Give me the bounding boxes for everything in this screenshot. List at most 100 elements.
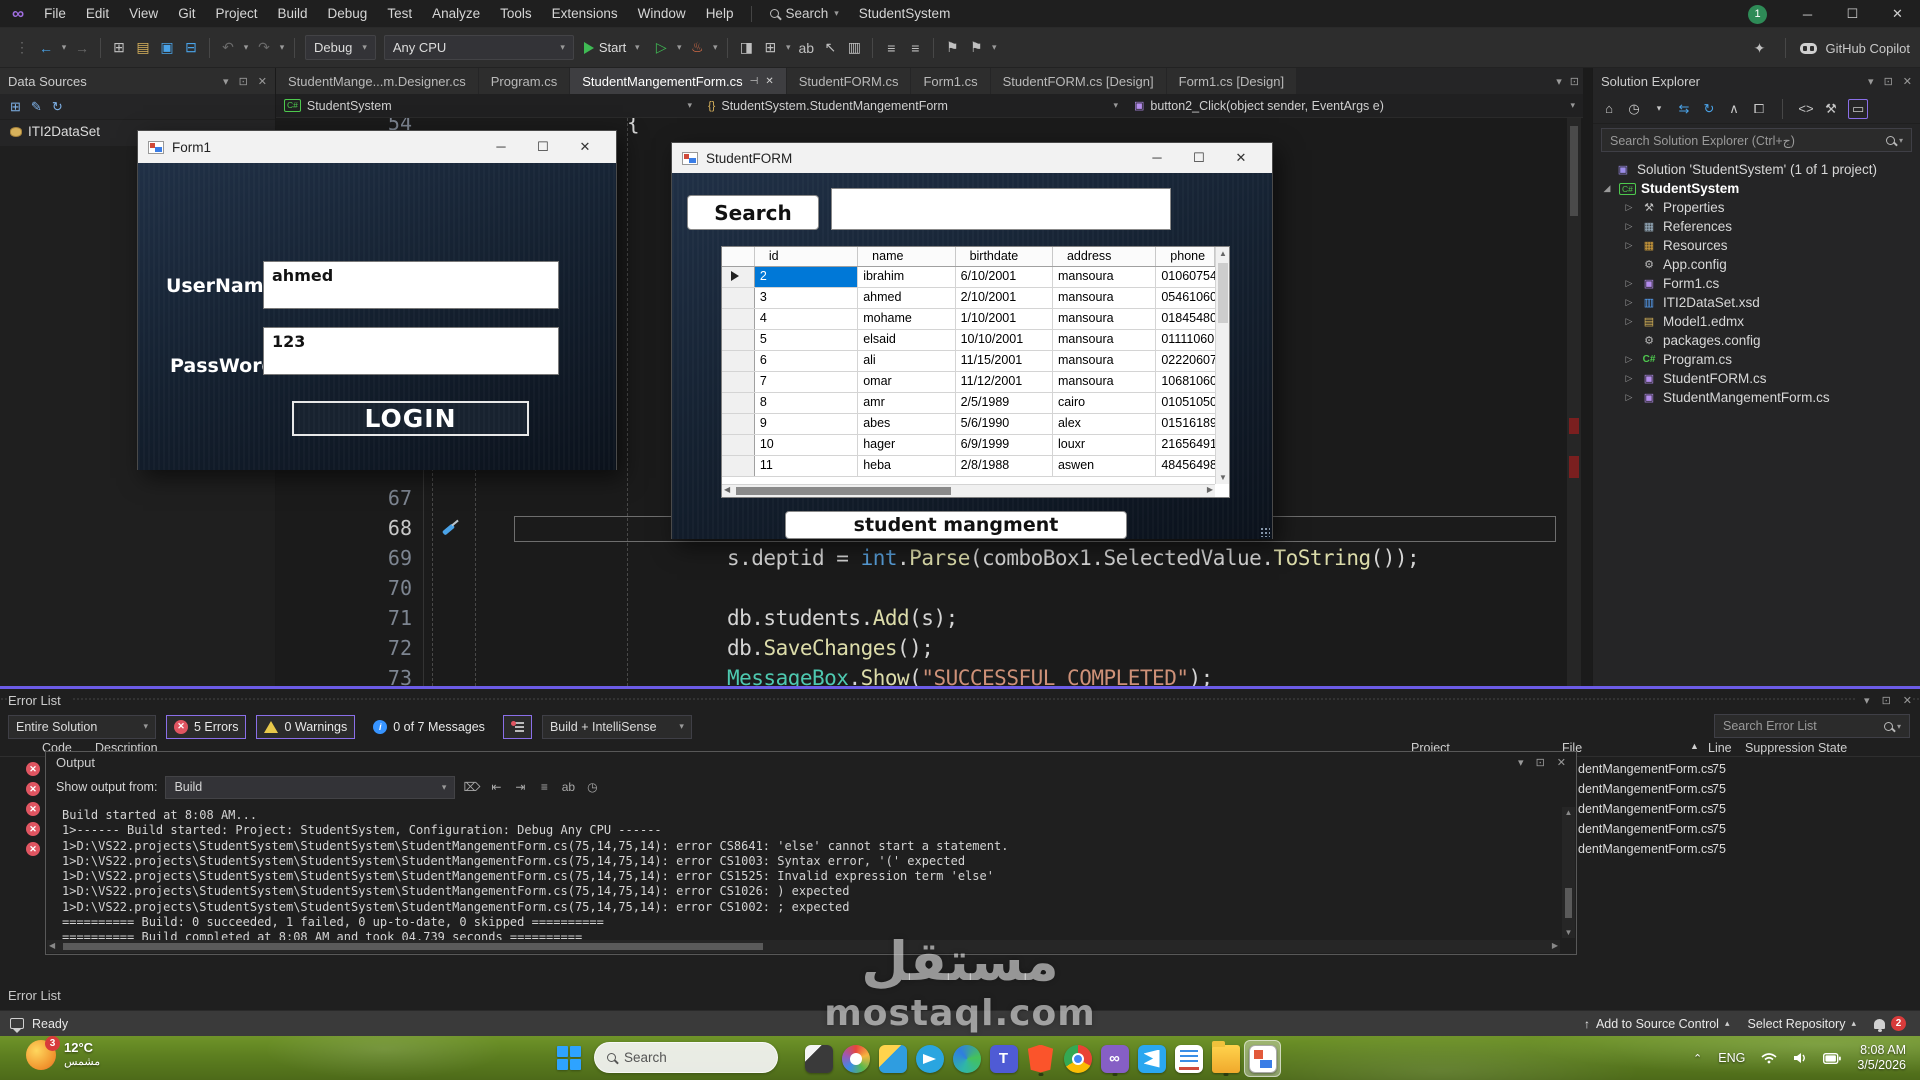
grid-cell[interactable]: 2	[755, 267, 858, 287]
error-list-bottom-tab[interactable]: Error List	[8, 988, 61, 1003]
edit-icon[interactable]: ✎	[31, 99, 42, 115]
caret-down-icon[interactable]: ▾	[1864, 694, 1870, 707]
battery-icon[interactable]	[1823, 1053, 1841, 1064]
code-line-70[interactable]: 70	[276, 573, 1583, 603]
grid-cell[interactable]: 9	[755, 414, 858, 434]
menu-item-build[interactable]: Build	[267, 0, 317, 27]
grid-cell[interactable]: elsaid	[858, 330, 955, 350]
new-project-icon[interactable]: ⊞	[109, 36, 129, 60]
close-icon[interactable]: ✕	[1903, 694, 1912, 707]
menu-item-tools[interactable]: Tools	[490, 0, 542, 27]
tree-solution[interactable]: ▣Solution 'StudentSystem' (1 of 1 projec…	[1593, 160, 1920, 179]
tree-item-resources[interactable]: ▷▦Resources	[1593, 236, 1920, 255]
output-source-dropdown[interactable]: Build▾	[165, 776, 455, 799]
warnings-filter-button[interactable]: 0 Warnings	[256, 715, 355, 739]
maximize-button[interactable]: ☐	[1178, 150, 1220, 166]
row-selector[interactable]	[722, 267, 755, 287]
menu-item-test[interactable]: Test	[377, 0, 422, 27]
errors-filter-button[interactable]: ✕ 5 Errors	[166, 715, 246, 739]
grid-cell[interactable]: 48456498	[1156, 456, 1215, 476]
scope-dropdown[interactable]: Entire Solution▾	[8, 715, 156, 739]
edge-icon[interactable]	[948, 1040, 985, 1077]
grid-col-address[interactable]: address	[1053, 247, 1156, 266]
caret-down-icon[interactable]: ▾	[277, 36, 287, 60]
caret-down-icon[interactable]: ▾	[241, 36, 251, 60]
menu-item-help[interactable]: Help	[696, 0, 744, 27]
error-file[interactable]: dentMangementForm.cs	[1578, 842, 1713, 856]
add-datasource-icon[interactable]: ⊞	[10, 99, 21, 115]
row-selector[interactable]	[722, 372, 755, 392]
grid-cell[interactable]: mansoura	[1053, 309, 1156, 329]
breadcrumb-type[interactable]: {} StudentSystem.StudentMangementForm▾	[700, 94, 1126, 117]
pin-icon[interactable]: ⊡	[1882, 694, 1891, 707]
studentform-titlebar[interactable]: StudentFORM ─ ☐ ✕	[672, 143, 1272, 173]
grid-cell[interactable]: 5	[755, 330, 858, 350]
menu-item-window[interactable]: Window	[628, 0, 696, 27]
refresh-icon[interactable]: ↻	[1701, 99, 1717, 119]
grid-cell[interactable]: mansoura	[1053, 330, 1156, 350]
grid-cell[interactable]: hager	[858, 435, 955, 455]
account-badge[interactable]: 1	[1748, 5, 1767, 24]
menu-item-git[interactable]: Git	[168, 0, 205, 27]
students-grid[interactable]: idnamebirthdateaddressphone2ibrahim6/10/…	[721, 246, 1230, 498]
document-icon[interactable]	[1170, 1040, 1207, 1077]
code-line-73[interactable]: 73MessageBox.Show("SUCCESSFUL COMPLETED"…	[276, 663, 1583, 686]
pin-icon[interactable]: ⊡	[239, 75, 248, 88]
grid-cell[interactable]: amr	[858, 393, 955, 413]
tab-studentform-cs[interactable]: StudentFORM.cs	[787, 68, 912, 94]
grid-cell[interactable]: 01060754	[1156, 267, 1215, 287]
grid-cell[interactable]: omar	[858, 372, 955, 392]
grid-cell[interactable]: mansoura	[1053, 288, 1156, 308]
grid-cell[interactable]: 6/9/1999	[956, 435, 1053, 455]
select-repository[interactable]: Select Repository▴	[1748, 1017, 1857, 1031]
grid-row[interactable]: 9abes5/6/1990alex01516189	[722, 414, 1215, 435]
solution-search-box[interactable]: Search Solution Explorer (Ctrl+ج) ▾	[1601, 128, 1912, 152]
outdent-icon[interactable]: ≡	[905, 36, 925, 60]
file-explorer-icon[interactable]	[1207, 1040, 1244, 1077]
grid-row[interactable]: 4mohame1/10/2001mansoura01845480	[722, 309, 1215, 330]
row-selector[interactable]	[722, 393, 755, 413]
close-button[interactable]: ✕	[1220, 150, 1262, 166]
tree-item-properties[interactable]: ▷⚒Properties	[1593, 198, 1920, 217]
tree-item-form1-cs[interactable]: ▷▣Form1.cs	[1593, 274, 1920, 293]
error-line[interactable]: 75	[1712, 842, 1726, 856]
grid-cell[interactable]: 2/8/1988	[956, 456, 1053, 476]
filter-button[interactable]	[503, 715, 532, 739]
minimize-button[interactable]: ─	[480, 139, 522, 155]
tree-item-packages-config[interactable]: ⚙packages.config	[1593, 331, 1920, 350]
volume-icon[interactable]	[1793, 1052, 1807, 1064]
grid-cell[interactable]: 11/15/2001	[956, 351, 1053, 371]
notepad-icon[interactable]	[800, 1040, 837, 1077]
expand-icon[interactable]: ▷	[1623, 392, 1635, 403]
grid-cell[interactable]: ibrahim	[858, 267, 955, 287]
row-selector[interactable]	[722, 456, 755, 476]
nav-forward-icon[interactable]: →	[72, 36, 92, 60]
photos-icon[interactable]	[837, 1040, 874, 1077]
caret-down-icon[interactable]: ▾	[1651, 99, 1667, 119]
form1-window[interactable]: Form1 ─ ☐ ✕ UserName ahmed PassWord 123 …	[137, 130, 617, 470]
flag-icon[interactable]: ⚑	[966, 36, 986, 60]
grid-row[interactable]: 10hager6/9/1999louxr21656491	[722, 435, 1215, 456]
spellcheck-icon[interactable]: ab	[796, 36, 816, 60]
messages-filter-button[interactable]: i 0 of 7 Messages	[365, 715, 493, 739]
tab-form1-cs[interactable]: Form1.cs	[911, 68, 990, 94]
tab-overflow-icon[interactable]: ▾	[1556, 75, 1562, 88]
clear-all-icon[interactable]: ≡	[536, 780, 552, 794]
tree-item-studentmangementform-cs[interactable]: ▷▣StudentMangementForm.cs	[1593, 388, 1920, 407]
tree-item-app-config[interactable]: ⚙App.config	[1593, 255, 1920, 274]
beaker-icon[interactable]: ✦	[1749, 36, 1769, 60]
cpu-dropdown[interactable]: Any CPU▾	[384, 35, 574, 60]
window-layout-icon[interactable]: ⊞	[760, 36, 780, 60]
copy-icon[interactable]: ▥	[844, 36, 864, 60]
grid-cell[interactable]: 01111060	[1156, 330, 1215, 350]
username-field[interactable]: ahmed	[263, 261, 559, 309]
grid-cell[interactable]: 6/10/2001	[956, 267, 1053, 287]
tab-studentform-cs-design-[interactable]: StudentFORM.cs [Design]	[991, 68, 1167, 94]
student-mangment-button[interactable]: student mangment	[785, 511, 1127, 539]
view-code-icon[interactable]: <>	[1798, 99, 1814, 119]
grid-cell[interactable]: 01845480	[1156, 309, 1215, 329]
grid-row[interactable]: 8amr2/5/1989cairo01051050	[722, 393, 1215, 414]
grid-col-id[interactable]: id	[755, 247, 858, 266]
error-line[interactable]: 75	[1712, 822, 1726, 836]
grid-cell[interactable]: 8	[755, 393, 858, 413]
